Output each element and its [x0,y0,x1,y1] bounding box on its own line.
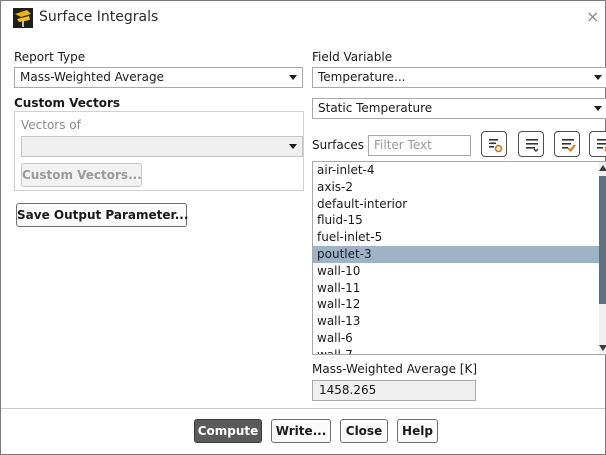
chevron-down-icon [594,106,602,111]
surface-list-item[interactable]: wall-12 [313,296,606,313]
scroll-down-arrow-icon[interactable] [599,345,606,351]
scroll-thumb[interactable] [599,176,606,304]
scroll-up-arrow-icon[interactable] [599,165,606,171]
footer-divider [1,408,605,409]
title-bar: Surface Integrals × [1,1,605,35]
compute-button[interactable]: Compute [194,419,262,443]
field-variable-category-dropdown[interactable]: Temperature... [312,67,606,88]
surface-list-item[interactable]: air-inlet-4 [313,162,606,179]
surfaces-label: Surfaces [312,138,364,152]
toggle-selection-icon [597,139,606,152]
surfaces-list[interactable]: air-inlet-4 axis-2 default-interior fluid-1… [312,161,606,355]
filter-options-button[interactable] [481,131,507,157]
result-value-field: 1458.265 [312,380,476,401]
surfaces-filter-input[interactable]: Filter Text [368,135,471,156]
select-all-icon [526,139,539,152]
surface-list-item[interactable]: wall-10 [313,263,606,280]
surface-list-item[interactable]: wall-11 [313,280,606,297]
report-type-value: Mass-Weighted Average [20,70,164,84]
surface-list-item[interactable]: poutlet-3 [313,245,606,263]
custom-vectors-group: Vectors of Custom Vectors... [14,111,304,191]
surface-list-item[interactable]: fuel-inlet-5 [313,229,606,246]
report-type-dropdown[interactable]: Mass-Weighted Average [14,67,303,88]
report-type-label: Report Type [14,50,86,64]
close-button[interactable]: Close [340,419,388,443]
surfaces-scrollbar[interactable] [599,162,606,354]
help-button[interactable]: Help [397,419,438,443]
surface-list-item[interactable]: wall-13 [313,313,606,330]
field-variable-value: Static Temperature [318,101,433,115]
custom-vectors-heading: Custom Vectors [14,96,121,110]
select-all-button[interactable] [518,131,544,157]
field-variable-category-value: Temperature... [318,70,406,84]
toggle-selection-button[interactable] [589,131,606,157]
result-label: Mass-Weighted Average [K] [312,362,477,376]
chevron-down-icon [289,75,297,80]
chevron-down-icon [289,144,297,149]
deselect-all-icon [562,139,576,152]
chevron-down-icon [594,75,602,80]
write-button[interactable]: Write... [271,419,331,443]
surface-list-item[interactable]: wall-6 [313,330,606,347]
window-title: Surface Integrals [39,9,159,25]
surface-integrals-dialog: Surface Integrals × Report Type Mass-Wei… [0,0,606,455]
surface-list-item[interactable]: wall-7 [313,347,606,354]
vectors-of-dropdown[interactable] [21,136,303,157]
filter-options-icon [489,139,503,153]
surface-list-item[interactable]: axis-2 [313,179,606,196]
field-variable-label: Field Variable [312,50,393,64]
save-output-parameter-button[interactable]: Save Output Parameter... [16,203,188,227]
field-variable-dropdown[interactable]: Static Temperature [312,98,606,119]
deselect-all-button[interactable] [554,131,580,157]
surfaces-list-items: air-inlet-4 axis-2 default-interior fluid-1… [313,162,606,354]
custom-vectors-button[interactable]: Custom Vectors... [21,163,142,187]
ansys-fluent-icon [13,8,33,28]
surface-list-item[interactable]: default-interior [313,196,606,213]
vectors-of-label: Vectors of [21,118,81,132]
surface-list-item[interactable]: fluid-15 [313,212,606,229]
close-icon[interactable]: × [586,7,599,26]
